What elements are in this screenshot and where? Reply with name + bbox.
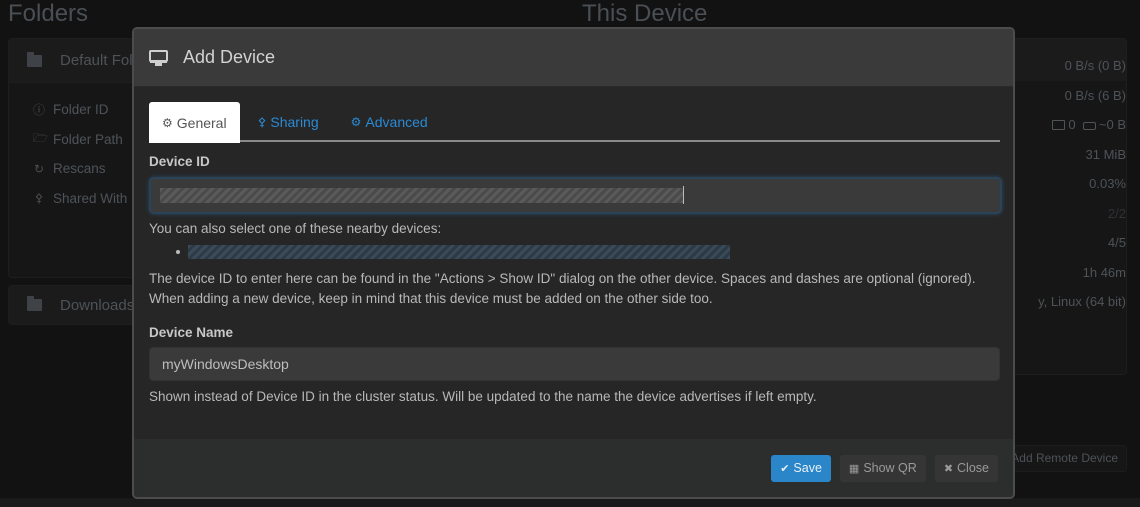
tab-sharing[interactable]: ⚴ Sharing — [244, 102, 333, 142]
folders-heading: Folders — [8, 0, 89, 27]
button-label: Save — [793, 461, 822, 475]
prop-label: Rescans — [53, 161, 106, 177]
bottom-strip — [0, 498, 1140, 507]
device-stats: 0 B/s (0 B) 0 B/s (6 B) 0 ~0 B 31 MiB 0.… — [1038, 58, 1126, 324]
nearby-devices-list — [149, 239, 998, 267]
share-icon: ⚴ — [34, 191, 44, 206]
device-id-label: Device ID — [149, 154, 210, 169]
device-id-help-1: The device ID to enter here can be found… — [149, 271, 976, 286]
gears-icon: ⚙ — [350, 115, 362, 129]
upload-rate: 0 B/s (6 B) — [1064, 87, 1126, 103]
prop-label: Shared With — [53, 190, 128, 206]
desktop-icon — [149, 49, 168, 66]
local-state: 0 ~0 B — [1038, 117, 1126, 147]
gear-icon: ⚙ — [162, 115, 173, 130]
local-state-size: ~0 B — [1098, 117, 1126, 132]
tab-label: Advanced — [365, 114, 428, 130]
button-label: Close — [957, 461, 989, 475]
listeners: 2/2 — [1107, 205, 1126, 221]
folder-name: Downloads — [60, 296, 135, 314]
nearby-devices-text: You can also select one of these nearby … — [149, 221, 442, 236]
save-button[interactable]: ✔ Save — [771, 454, 831, 482]
modal-footer: ✔ Save ▦ Show QR ✖ Close — [134, 439, 1013, 497]
folder-open-icon: 🗁 — [33, 130, 48, 145]
prop-label: Folder Path — [53, 131, 123, 147]
version: y, Linux (64 bit) — [1038, 294, 1126, 309]
this-device-heading: This Device — [582, 0, 708, 27]
modal-title: Add Device — [183, 47, 276, 67]
check-icon: ✔ — [780, 462, 790, 475]
modal-body: ⚙ General ⚴ Sharing ⚙ Advanced Device ID… — [134, 87, 1013, 407]
text-caret — [683, 186, 684, 204]
download-rate: 0 B/s (0 B) — [1064, 58, 1126, 73]
tab-advanced[interactable]: ⚙ Advanced — [337, 102, 442, 142]
discovery: 4/5 — [1107, 235, 1126, 250]
nearby-device-item[interactable] — [176, 245, 730, 259]
local-folders-count: 0 — [1068, 117, 1076, 132]
ram-usage: 31 MiB — [1085, 146, 1126, 162]
tab-label: Sharing — [270, 114, 319, 130]
button-label: Show QR — [863, 461, 917, 475]
refresh-icon: ↻ — [33, 161, 45, 176]
tab-general[interactable]: ⚙ General — [149, 102, 240, 143]
folder-outline-icon — [1052, 120, 1066, 130]
nearby-device-link-redacted[interactable] — [188, 245, 730, 259]
folder-icon — [27, 51, 42, 67]
close-icon: ✖ — [943, 462, 954, 475]
show-qr-button[interactable]: ▦ Show QR — [839, 454, 926, 482]
tab-label: General — [176, 114, 227, 131]
tab-bar: ⚙ General ⚴ Sharing ⚙ Advanced — [149, 102, 1000, 143]
device-name-help: Shown instead of Device ID in the cluste… — [149, 389, 817, 404]
qrcode-icon: ▦ — [848, 462, 860, 475]
close-button[interactable]: ✖ Close — [934, 454, 998, 482]
bullet — [176, 250, 180, 254]
info-circle-icon: ⓘ — [33, 103, 46, 118]
share-icon: ⚴ — [257, 115, 267, 129]
folder-icon — [27, 296, 42, 311]
device-name-label: Device Name — [149, 325, 234, 340]
prop-label: Folder ID — [53, 102, 109, 118]
add-remote-device-button[interactable]: Add Remote Device — [1010, 445, 1127, 472]
hdd-icon — [1082, 122, 1096, 130]
device-id-redacted-value — [160, 188, 683, 203]
device-name-input[interactable] — [149, 347, 1000, 381]
cpu-usage: 0.03% — [1089, 176, 1126, 191]
add-device-modal: Add Device ⚙ General ⚴ Sharing ⚙ Advance… — [132, 27, 1015, 499]
uptime: 1h 46m — [1082, 264, 1126, 280]
device-id-input[interactable] — [149, 177, 1002, 214]
device-id-help-2: When adding a new device, keep in mind t… — [149, 291, 713, 306]
modal-header: Add Device — [134, 29, 1013, 87]
